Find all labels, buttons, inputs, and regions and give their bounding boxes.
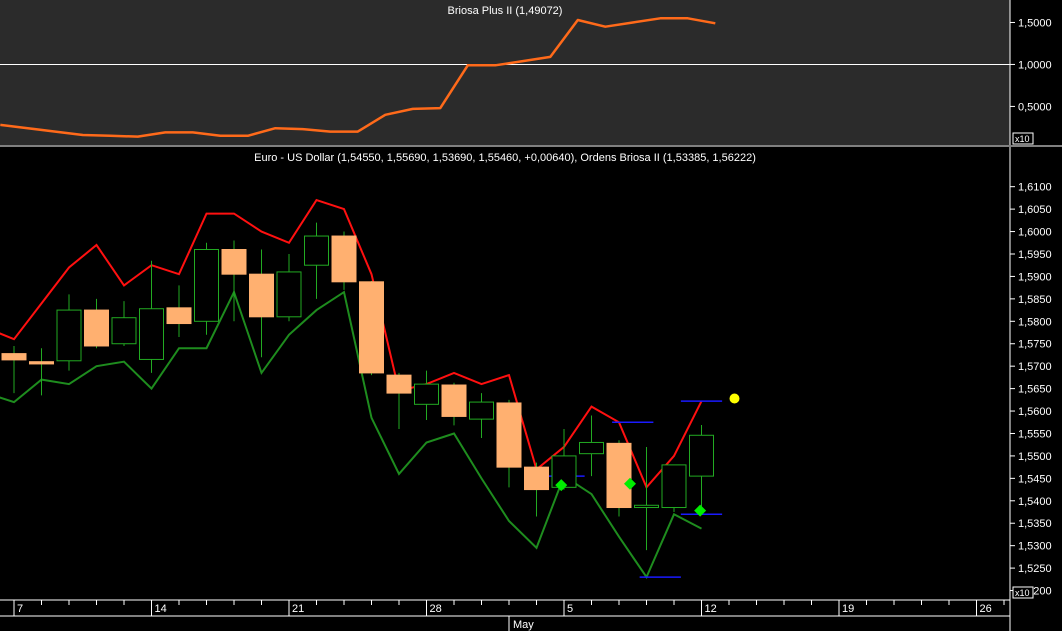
current-price-dot xyxy=(729,393,740,404)
candlesticks xyxy=(1,222,714,551)
candle-body-bullish xyxy=(111,317,137,345)
candle-body-bearish xyxy=(84,309,109,347)
candle-body-bullish xyxy=(661,464,687,509)
indicator-panel-title: Briosa Plus II (1,49072) xyxy=(448,5,563,17)
candle-body-bullish xyxy=(414,383,439,405)
month-label: May xyxy=(513,619,534,631)
candle-body-bearish xyxy=(221,249,247,275)
candle-body-bearish xyxy=(496,402,522,468)
y-tick-label: 1,5800 xyxy=(1018,316,1052,328)
indicator-y-axis: 1,5000 1,0000 0,5000 xyxy=(1009,0,1052,145)
candle-body-bearish xyxy=(524,466,549,491)
candle-body-bearish xyxy=(441,384,467,417)
candle-body-bullish xyxy=(579,441,604,455)
x-tick-label: 19 xyxy=(842,603,854,615)
candle-body-bearish xyxy=(606,442,632,509)
candle-body-bullish xyxy=(139,308,164,360)
y-tick-label: 1,5500 xyxy=(1018,451,1052,463)
y-tick-label: 1,5400 xyxy=(1018,496,1052,508)
y-tick-label: 1,5550 xyxy=(1018,428,1052,440)
x-tick-label: 12 xyxy=(705,603,717,615)
candle-body-bullish xyxy=(469,401,494,420)
y-tick-label: 1,5750 xyxy=(1018,339,1052,351)
y-tick-label: 1,0000 xyxy=(1018,59,1052,71)
candle-body-bullish xyxy=(634,504,659,509)
candle-body-bullish xyxy=(304,235,329,266)
y-tick-label: 1,6050 xyxy=(1018,204,1052,216)
y-tick-label: 1,5600 xyxy=(1018,406,1052,418)
x-tick-label: 28 xyxy=(430,603,442,615)
indicator-scale-badge: x10 xyxy=(1015,134,1030,144)
date-x-axis: 7 14 21 28 5 12 19 26 May xyxy=(0,599,1010,631)
x-tick-label: 5 xyxy=(567,603,573,615)
chart-canvas: Briosa Plus II (1,49072) 1,5000 1,0000 0,5… xyxy=(0,0,1062,631)
y-tick-label: 1,5700 xyxy=(1018,361,1052,373)
candle-body-bearish xyxy=(331,235,357,283)
y-tick-label: 1,5250 xyxy=(1018,563,1052,575)
y-tick-label: 1,5850 xyxy=(1018,294,1052,306)
y-tick-label: 1,5950 xyxy=(1018,249,1052,261)
y-tick-label: 1,5650 xyxy=(1018,384,1052,396)
y-tick-label: 0,5000 xyxy=(1018,101,1052,113)
candle-body-bullish xyxy=(276,271,302,318)
indicator-panel-bg xyxy=(0,0,1010,145)
x-tick-label: 21 xyxy=(292,603,304,615)
y-tick-label: 1,6000 xyxy=(1018,227,1052,239)
order-lines xyxy=(543,400,723,578)
y-tick-label: 1,5000 xyxy=(1018,17,1052,29)
y-tick-label: 1,6100 xyxy=(1018,182,1052,194)
x-tick-label: 14 xyxy=(155,603,167,615)
candle-body-bearish xyxy=(249,273,274,318)
candle-body-bearish xyxy=(359,281,384,374)
y-tick-label: 1,5450 xyxy=(1018,473,1052,485)
candle-body-bearish xyxy=(29,361,54,365)
candle-body-bearish xyxy=(166,307,192,325)
y-tick-label: 1,5900 xyxy=(1018,271,1052,283)
y-tick-label: 1,5350 xyxy=(1018,518,1052,530)
price-scale-badge: x10 xyxy=(1015,588,1030,598)
price-y-axis: 1,6100 1,6050 1,6000 1,5950 1,5900 1,5850 1,58… xyxy=(1009,147,1052,631)
x-tick-label: 7 xyxy=(17,603,23,615)
x-tick-label: 26 xyxy=(980,603,992,615)
candle-body-bullish xyxy=(56,309,82,362)
candle-body-bullish xyxy=(689,434,714,477)
candle-body-bearish xyxy=(1,353,27,361)
price-panel-title: Euro - US Dollar (1,54550, 1,55690, 1,53… xyxy=(254,152,756,164)
candle-body-bearish xyxy=(386,374,412,394)
candle-body-bullish xyxy=(194,249,219,322)
y-tick-label: 1,5300 xyxy=(1018,541,1052,553)
